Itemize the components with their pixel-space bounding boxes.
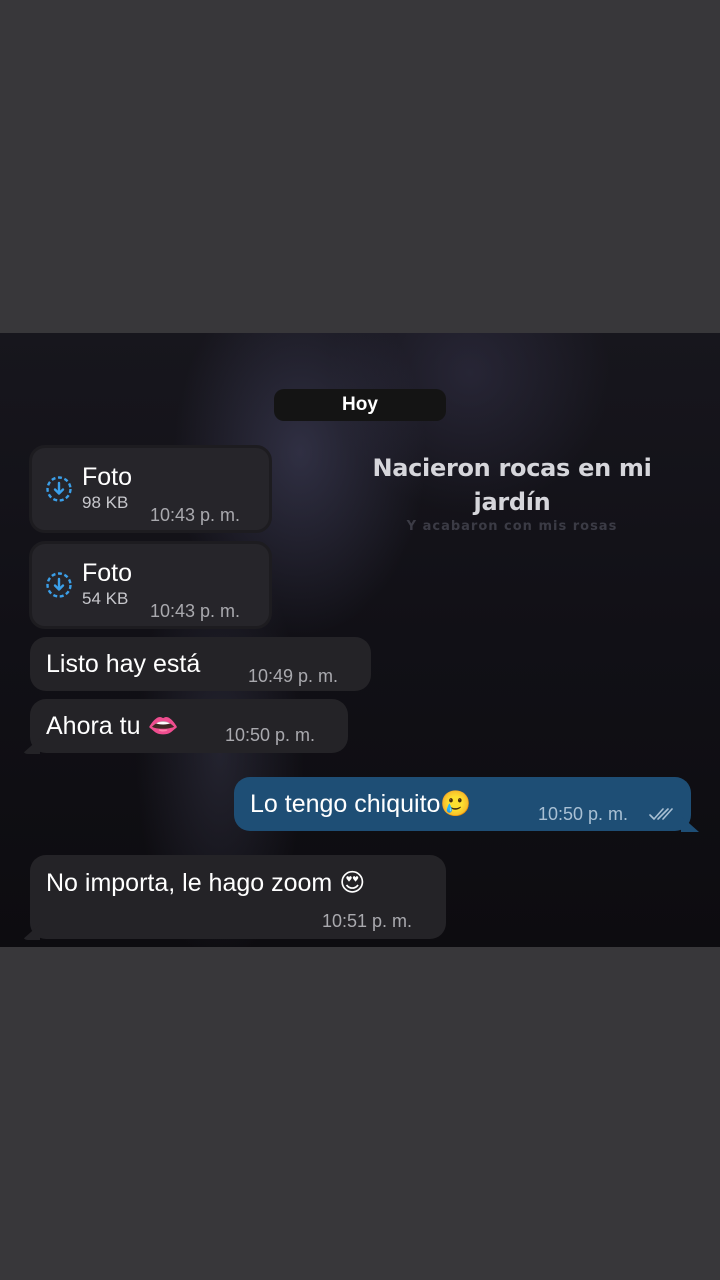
message-time: 10:51 p. m. — [322, 911, 413, 931]
message-text: Listo hay está — [46, 650, 201, 678]
message-time: 10:43 p. m. — [150, 505, 241, 525]
bubble-tail — [681, 816, 699, 832]
bubble-tail — [22, 924, 40, 940]
file-name: Foto — [82, 559, 133, 587]
file-message[interactable]: Foto 54 KB 10:43 p. m. — [29, 541, 272, 629]
wallpaper-title: Nacieron rocas en mi jardín — [372, 454, 652, 516]
message-time: 10:50 p. m. — [225, 725, 316, 745]
date-chip: Hoy — [274, 389, 446, 421]
message-text: Lo tengo chiquito🥲 — [250, 790, 472, 818]
message-time: 10:49 p. m. — [248, 666, 339, 686]
outgoing-message[interactable]: Lo tengo chiquito🥲 10:50 p. m. — [234, 777, 699, 832]
message-time: 10:43 p. m. — [150, 601, 241, 621]
incoming-message[interactable]: Ahora tu 👄 10:50 p. m. — [22, 699, 348, 754]
file-message[interactable]: Foto 98 KB 10:43 p. m. — [29, 445, 272, 533]
bubble-tail — [22, 738, 40, 754]
message-text: No importa, le hago zoom 😍 — [46, 869, 366, 897]
message-text: Ahora tu 👄 — [46, 712, 179, 740]
file-name: Foto — [82, 463, 133, 491]
message-time: 10:50 p. m. — [538, 804, 629, 824]
download-icon[interactable] — [45, 571, 73, 599]
incoming-message[interactable]: Listo hay está 10:49 p. m. — [30, 637, 371, 691]
file-size: 98 KB — [82, 493, 129, 512]
chat-area[interactable]: Nacieron rocas en mi jardín Y acabaron c… — [0, 333, 720, 947]
read-checks-icon — [649, 808, 673, 820]
download-icon[interactable] — [45, 475, 73, 503]
incoming-message[interactable]: No importa, le hago zoom 😍 10:51 p. m. — [22, 855, 446, 940]
wallpaper-subtitle: Y acabaron con mis rosas — [406, 519, 618, 534]
file-size: 54 KB — [82, 589, 129, 608]
